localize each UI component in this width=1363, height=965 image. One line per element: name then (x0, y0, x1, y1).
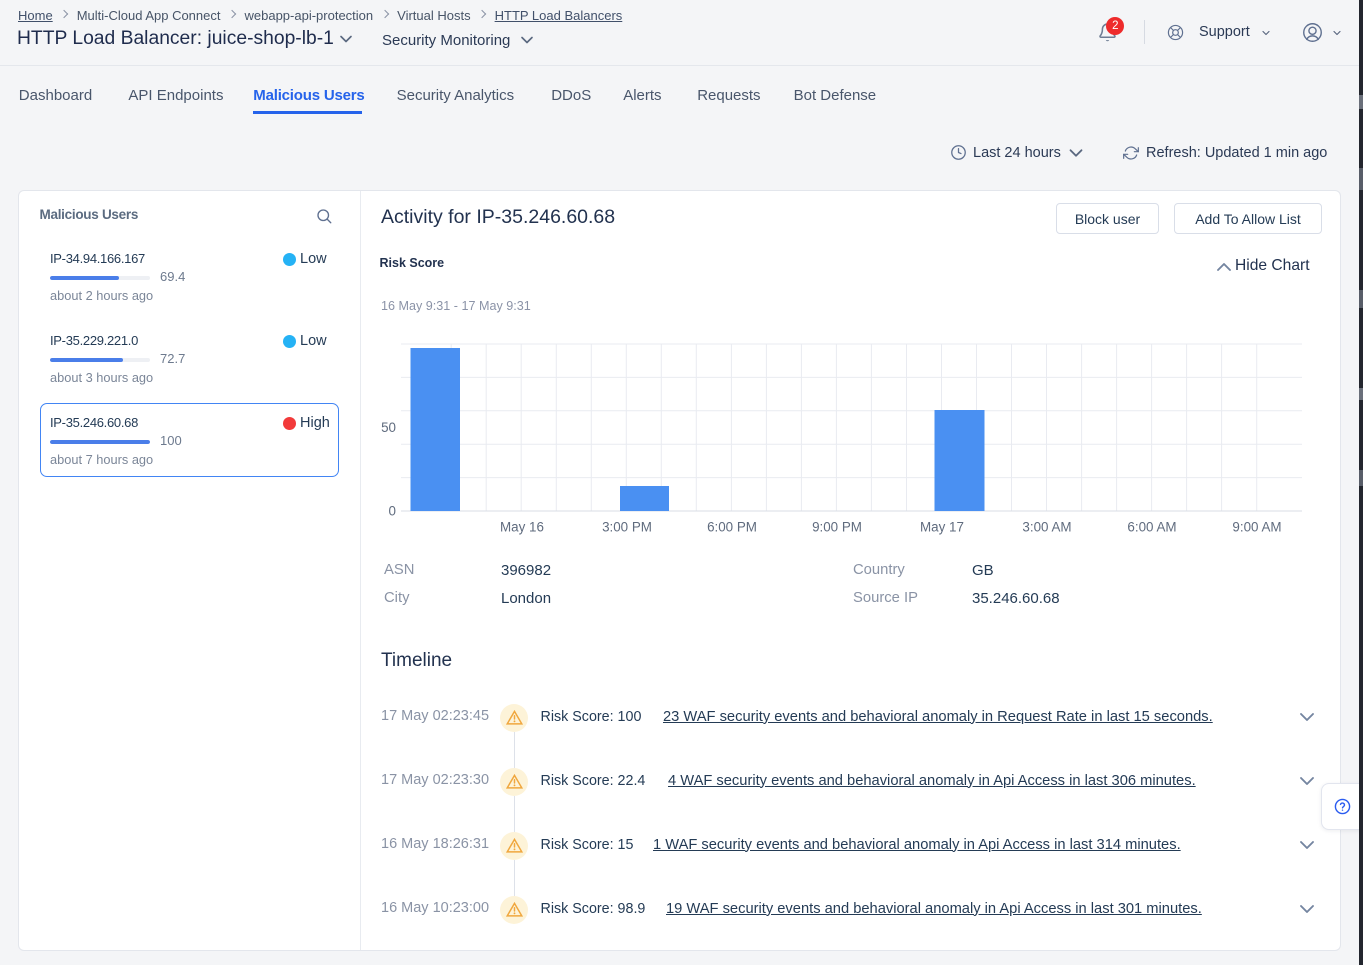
svg-text:6:00 PM: 6:00 PM (707, 520, 757, 535)
svg-text:6:00 AM: 6:00 AM (1127, 520, 1176, 535)
svg-text:0: 0 (389, 504, 396, 519)
svg-text:3:00 AM: 3:00 AM (1022, 520, 1071, 535)
svg-text:9:00 AM: 9:00 AM (1232, 520, 1281, 535)
svg-text:May 16: May 16 (500, 520, 544, 535)
svg-text:50: 50 (381, 420, 396, 435)
svg-text:9:00 PM: 9:00 PM (812, 520, 862, 535)
svg-text:3:00 PM: 3:00 PM (602, 520, 652, 535)
svg-text:May 17: May 17 (920, 520, 964, 535)
